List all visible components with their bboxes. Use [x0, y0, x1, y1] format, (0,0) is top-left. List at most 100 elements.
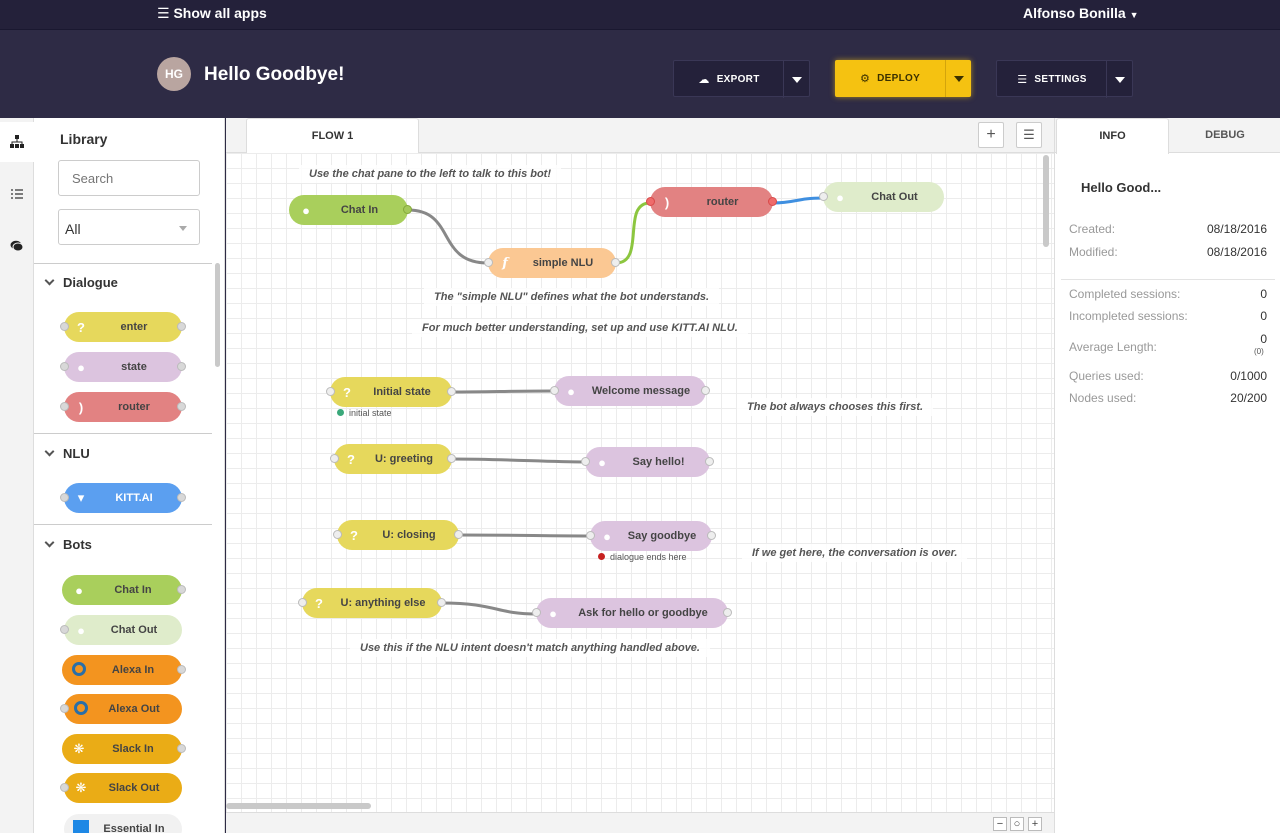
flow-node-chat-out[interactable]: ● Chat Out [819, 182, 944, 212]
flow-node-say-goodbye[interactable]: ● Say goodbye [586, 521, 716, 551]
cloud-download-icon: ☁ [698, 74, 710, 86]
flow-node-router[interactable]: ) router [646, 187, 777, 217]
palette-node-alexa-out[interactable]: Alexa Out [60, 694, 182, 724]
output-port[interactable] [768, 197, 777, 206]
tab-info[interactable]: INFO [1056, 118, 1169, 154]
palette-node-enter[interactable]: ? enter [60, 312, 186, 342]
palette-node-essential-in[interactable]: Essential In [64, 814, 182, 833]
canvas-vertical-scrollbar[interactable] [1043, 155, 1049, 247]
library-search-input[interactable] [58, 160, 200, 196]
category-dialogue[interactable]: Dialogue [44, 275, 118, 290]
library-scrollbar[interactable] [215, 263, 220, 367]
category-bots[interactable]: Bots [44, 537, 92, 552]
flow-node-ask-hello-goodbye[interactable]: ● Ask for hello or goodbye [532, 598, 732, 628]
tab-debug[interactable]: DEBUG [1169, 118, 1280, 154]
input-port[interactable] [550, 386, 559, 395]
settings-dropdown-toggle[interactable] [1106, 61, 1132, 98]
divider [1061, 279, 1275, 280]
show-all-apps-link[interactable]: ☰ Show all apps [157, 5, 267, 22]
question-icon: ? [343, 384, 351, 400]
output-port[interactable] [707, 531, 716, 540]
output-port[interactable] [705, 457, 714, 466]
canvas-horizontal-scrollbar[interactable] [226, 803, 371, 809]
zoom-in-button[interactable]: + [1028, 817, 1042, 831]
flow-canvas[interactable]: Use the chat pane to the left to talk to… [226, 153, 1054, 812]
input-port[interactable] [646, 197, 655, 206]
output-port[interactable] [701, 386, 710, 395]
output-port [177, 744, 186, 753]
palette-node-chat-in[interactable]: ● Chat In [62, 575, 186, 605]
input-port[interactable] [532, 608, 541, 617]
input-port[interactable] [298, 598, 307, 607]
tab-flow-1[interactable]: FLOW 1 [246, 118, 419, 154]
input-port[interactable] [819, 192, 828, 201]
output-port[interactable] [403, 205, 412, 214]
node-label: Chat Out [871, 191, 918, 203]
deploy-dropdown-toggle[interactable] [945, 60, 971, 97]
output-port[interactable] [611, 258, 620, 267]
palette-node-state[interactable]: ● state [60, 352, 186, 382]
input-port[interactable] [484, 258, 493, 267]
output-port [177, 585, 186, 594]
rail-library-tab[interactable] [0, 122, 34, 162]
comment[interactable]: Use this if the NLU intent doesn't match… [350, 639, 710, 657]
flow-list-button[interactable]: ☰ [1016, 122, 1042, 148]
flow-node-greeting[interactable]: ? U: greeting [330, 444, 456, 474]
palette-node-chat-out[interactable]: ● Chat Out [60, 615, 182, 645]
output-port[interactable] [447, 454, 456, 463]
flow-node-chat-in[interactable]: ● Chat In [289, 195, 412, 225]
flow-node-say-hello[interactable]: ● Say hello! [581, 447, 714, 477]
zoom-out-button[interactable]: − [993, 817, 1007, 831]
flow-node-welcome-message[interactable]: ● Welcome message [550, 376, 710, 406]
node-label: Chat Out [110, 624, 158, 636]
comment[interactable]: The "simple NLU" defines what the bot un… [424, 288, 720, 306]
status-label: initial state [349, 408, 392, 418]
category-nlu[interactable]: NLU [44, 446, 90, 461]
rail-chat-tab[interactable] [0, 226, 34, 266]
node-label: Alexa In [111, 664, 155, 676]
comment[interactable]: The bot always chooses this first. [737, 398, 934, 416]
output-port[interactable] [447, 387, 456, 396]
zoom-reset-button[interactable]: ○ [1010, 817, 1024, 831]
flow-node-initial-state[interactable]: ? Initial state [326, 377, 456, 407]
add-flow-button[interactable]: + [978, 122, 1004, 148]
speech-bubble-icon: ● [77, 359, 85, 375]
input-port[interactable] [326, 387, 335, 396]
export-button[interactable]: ☁ EXPORT [674, 61, 784, 98]
palette-node-slack-out[interactable]: ❋ Slack Out [60, 773, 182, 803]
info-row-created: Created: 08/18/2016 [1069, 222, 1267, 236]
output-port[interactable] [454, 530, 463, 539]
category-label: Bots [63, 537, 92, 552]
settings-button[interactable]: ☰ SETTINGS [997, 61, 1107, 98]
kitt-ai-icon: ▾ [77, 490, 85, 505]
deploy-button[interactable]: ⚙ DEPLOY [835, 60, 945, 97]
flow-node-closing[interactable]: ? U: closing [333, 520, 463, 550]
input-port[interactable] [333, 530, 342, 539]
node-label: Initial state [373, 386, 431, 398]
user-menu[interactable]: Alfonso Bonilla ▼ [1023, 5, 1138, 21]
palette-node-alexa-in[interactable]: Alexa In [62, 655, 186, 685]
input-port[interactable] [581, 457, 590, 466]
flow-node-simple-nlu[interactable]: f simple NLU [484, 248, 620, 278]
output-port[interactable] [723, 608, 732, 617]
info-label: Queries used: [1069, 369, 1144, 383]
comment[interactable]: For much better understanding, set up an… [412, 319, 748, 337]
comment[interactable]: If we get here, the conversation is over… [742, 544, 968, 562]
palette-node-kitt-ai[interactable]: ▾ KITT.AI [60, 483, 186, 513]
library-filter-value: All [65, 221, 81, 237]
export-dropdown-toggle[interactable] [783, 61, 809, 98]
palette-node-router[interactable]: ) router [60, 392, 186, 422]
chevron-down-icon [44, 446, 55, 457]
output-port[interactable] [437, 598, 446, 607]
input-port[interactable] [586, 531, 595, 540]
palette-node-slack-in[interactable]: ❋ Slack In [62, 734, 186, 764]
library-filter-select[interactable]: All [58, 209, 200, 245]
rail-list-tab[interactable] [0, 174, 34, 214]
output-port [177, 322, 186, 331]
node-label: Chat In [340, 204, 379, 216]
flow-node-anything-else[interactable]: ? U: anything else [298, 588, 446, 618]
comment[interactable]: Use the chat pane to the left to talk to… [299, 165, 562, 183]
input-port[interactable] [330, 454, 339, 463]
speech-bubble-icon: ● [567, 383, 575, 399]
slack-icon: ❋ [75, 780, 87, 795]
